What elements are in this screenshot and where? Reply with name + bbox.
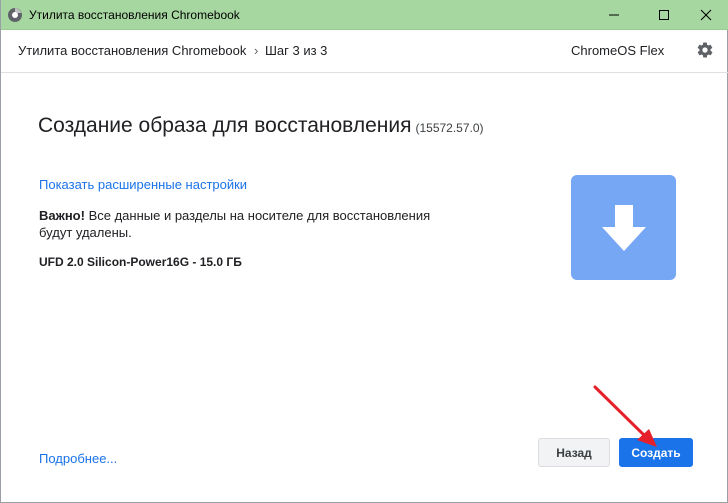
breadcrumb-separator: › [254,43,259,58]
download-tile [571,175,676,280]
maximize-button[interactable] [641,0,687,30]
minimize-icon [609,14,619,16]
close-button[interactable] [683,0,728,30]
app-icon [8,8,22,22]
page-title: Создание образа для восстановления (15572… [38,114,484,138]
page-title-text: Создание образа для восстановления [38,114,412,137]
red-pointer-arrow-icon [593,385,657,447]
breadcrumb-app: Утилита восстановления Chromebook [18,43,247,58]
gear-icon[interactable] [696,41,714,59]
warning-text: Все данные и разделы на носителе для вос… [39,208,431,240]
maximize-icon [659,10,669,20]
warning-bold: Важно! [39,208,85,223]
warning-message: Важно! Все данные и разделы на носителе … [39,207,439,241]
breadcrumb-step: Шаг 3 из 3 [265,43,328,58]
window-title: Утилита восстановления Chromebook [29,8,240,22]
advanced-settings-link[interactable]: Показать расширенные настройки [39,177,247,192]
version-label: (15572.57.0) [415,121,484,135]
device-name: ChromeOS Flex [571,43,665,58]
selected-drive: UFD 2.0 Silicon-Power16G - 15.0 ГБ [39,255,242,269]
learn-more-link[interactable]: Подробнее... [39,451,117,466]
close-icon [700,9,712,21]
app-header: Утилита восстановления Chromebook › Шаг … [1,30,728,73]
download-arrow-icon [601,204,646,251]
title-bar[interactable]: Утилита восстановления Chromebook [1,0,728,30]
minimize-button[interactable] [591,0,637,30]
app-window: Утилита восстановления Chromebook Утилит… [0,0,728,503]
